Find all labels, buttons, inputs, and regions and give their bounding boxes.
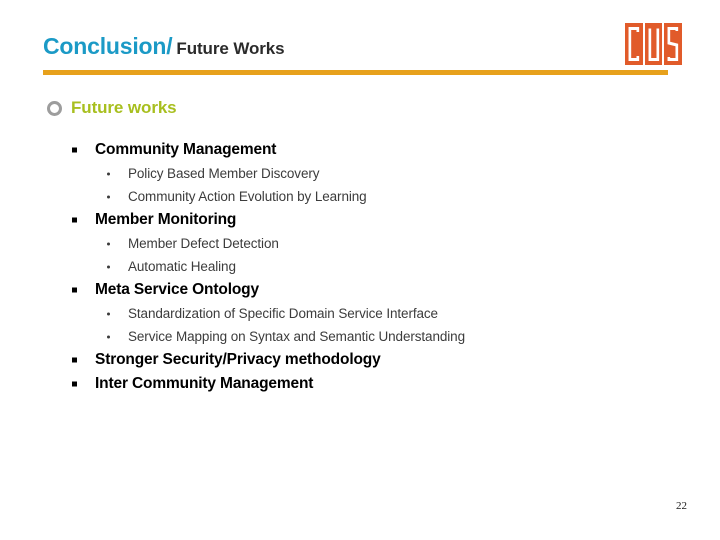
- section-heading-label: Future works: [71, 98, 177, 117]
- title-underline-rule: [43, 70, 668, 75]
- outline-item-level1: Inter Community Management: [0, 372, 720, 396]
- cus-logo: [625, 23, 683, 65]
- logo-letter-u-icon: [644, 23, 663, 65]
- outline-item-level1: Community Management: [0, 138, 720, 162]
- outline-item-label: Standardization of Specific Domain Servi…: [128, 305, 438, 321]
- dot-bullet-icon: [107, 335, 110, 338]
- outline-item-label: Community Action Evolution by Learning: [128, 188, 367, 204]
- dot-bullet-icon: [107, 242, 110, 245]
- page-number: 22: [676, 500, 687, 512]
- outline-item-level2: Member Defect Detection: [0, 232, 720, 255]
- outline-item-level1: Member Monitoring: [0, 208, 720, 232]
- outline-item-level2: Service Mapping on Syntax and Semantic U…: [0, 325, 720, 348]
- outline-item-label: Community Management: [95, 141, 277, 159]
- outline-list: Community Management Policy Based Member …: [0, 138, 720, 396]
- square-bullet-icon: [72, 147, 77, 153]
- outline-item-label: Member Defect Detection: [128, 235, 279, 251]
- dot-bullet-icon: [107, 312, 110, 315]
- square-bullet-icon: [72, 357, 77, 363]
- outline-item-label: Stronger Security/Privacy methodology: [95, 351, 381, 369]
- square-bullet-icon: [72, 217, 77, 223]
- outline-item-label: Service Mapping on Syntax and Semantic U…: [128, 328, 466, 344]
- outline-item-label: Member Monitoring: [95, 211, 237, 229]
- outline-item-label: Meta Service Ontology: [95, 281, 259, 299]
- outline-item-level2: Policy Based Member Discovery: [0, 162, 720, 185]
- square-bullet-icon: [72, 287, 77, 293]
- slide-canvas: Conclusion/Future Works Future works Com…: [0, 0, 720, 540]
- square-bullet-icon: [72, 381, 77, 387]
- page-title-secondary: Future Works: [176, 39, 285, 58]
- page-title-primary: Conclusion/: [43, 33, 173, 59]
- page-title: Conclusion/Future Works: [43, 33, 285, 60]
- outline-item-level1: Meta Service Ontology: [0, 278, 720, 302]
- logo-letter-s-icon: [664, 23, 683, 65]
- outline-item-label: Automatic Healing: [128, 258, 236, 274]
- outline-item-level2: Standardization of Specific Domain Servi…: [0, 302, 720, 325]
- outline-item-level2: Automatic Healing: [0, 255, 720, 278]
- ring-bullet-icon: [47, 100, 62, 116]
- outline-item-label: Inter Community Management: [95, 375, 314, 393]
- outline-item-level1: Stronger Security/Privacy methodology: [0, 348, 720, 372]
- outline-item-label: Policy Based Member Discovery: [128, 165, 320, 181]
- outline-item-level2: Community Action Evolution by Learning: [0, 185, 720, 208]
- dot-bullet-icon: [107, 265, 110, 268]
- dot-bullet-icon: [107, 172, 110, 175]
- section-heading: Future works: [47, 98, 177, 118]
- dot-bullet-icon: [107, 195, 110, 198]
- logo-letter-c-icon: [625, 23, 643, 65]
